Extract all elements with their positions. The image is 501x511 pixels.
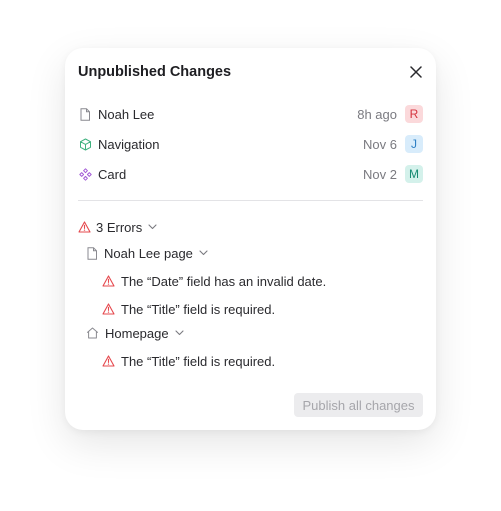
change-row[interactable]: Noah Lee 8h ago R <box>78 104 423 124</box>
change-name: Card <box>98 166 127 182</box>
warning-icon <box>102 303 115 315</box>
error-text: The “Date” field has an invalid date. <box>121 273 327 289</box>
warning-icon <box>78 221 91 233</box>
errors-toggle[interactable]: 3 Errors <box>78 218 157 236</box>
close-button[interactable] <box>408 64 424 80</box>
change-time: Nov 2 <box>363 166 397 182</box>
change-row[interactable]: Navigation Nov 6 J <box>78 134 423 154</box>
close-icon <box>410 66 422 78</box>
document-icon <box>78 107 92 121</box>
avatar: J <box>405 135 423 153</box>
change-row[interactable]: Card Nov 2 M <box>78 164 423 184</box>
error-page-name: Homepage <box>105 325 169 341</box>
error-text: The “Title” field is required. <box>121 301 276 317</box>
warning-icon <box>102 355 115 367</box>
document-icon <box>86 246 98 260</box>
change-name: Navigation <box>98 136 160 152</box>
error-message: The “Date” field has an invalid date. <box>102 272 326 290</box>
avatar: R <box>405 105 423 123</box>
component-icon <box>78 167 92 181</box>
change-time: Nov 6 <box>363 136 397 152</box>
error-text: The “Title” field is required. <box>121 353 276 369</box>
change-name: Noah Lee <box>98 106 155 122</box>
home-icon <box>86 327 99 339</box>
error-page-toggle[interactable]: Noah Lee page <box>86 244 208 262</box>
chevron-down-icon <box>175 330 184 336</box>
error-message: The “Title” field is required. <box>102 352 275 370</box>
warning-icon <box>102 275 115 287</box>
error-page-toggle[interactable]: Homepage <box>86 324 184 342</box>
unpublished-changes-dialog: Unpublished Changes Noah Lee 8h ago R Na… <box>65 48 436 430</box>
chevron-down-icon <box>199 250 208 256</box>
error-message: The “Title” field is required. <box>102 300 275 318</box>
divider <box>78 200 423 201</box>
error-page-name: Noah Lee page <box>104 245 193 261</box>
dialog-title: Unpublished Changes <box>78 64 232 80</box>
avatar: M <box>405 165 423 183</box>
chevron-down-icon <box>148 224 157 230</box>
change-time: 8h ago <box>357 106 397 122</box>
cube-icon <box>78 137 92 151</box>
publish-all-button[interactable]: Publish all changes <box>294 393 423 417</box>
errors-label: 3 Errors <box>96 219 143 235</box>
